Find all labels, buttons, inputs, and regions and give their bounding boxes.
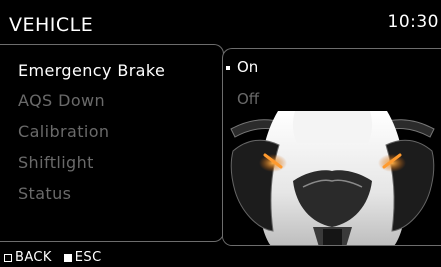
vehicle-settings-screen: VEHICLE 10:30 Emergency Brake AQS Down C… (0, 0, 441, 267)
outline-square-icon (4, 253, 12, 262)
page-title: VEHICLE (9, 14, 94, 36)
option-on[interactable]: On (237, 58, 258, 76)
menu-item-aqs-down[interactable]: AQS Down (18, 91, 105, 110)
motorcycle-front-illustration (223, 111, 441, 245)
esc-label[interactable]: ESC (75, 250, 102, 265)
option-off[interactable]: Off (237, 90, 259, 108)
menu-item-status[interactable]: Status (18, 184, 71, 203)
clock: 10:30 (387, 12, 439, 32)
filled-square-icon (63, 253, 72, 262)
back-label[interactable]: BACK (15, 250, 52, 265)
menu-item-calibration[interactable]: Calibration (18, 122, 109, 141)
footer-hints: BACK ESC (4, 250, 102, 265)
options-panel: On Off (222, 48, 441, 246)
menu-item-emergency-brake[interactable]: Emergency Brake (18, 61, 165, 80)
selection-bullet-icon (226, 66, 230, 70)
settings-menu: Emergency Brake AQS Down Calibration Shi… (0, 44, 224, 242)
menu-item-shiftlight[interactable]: Shiftlight (18, 153, 94, 172)
motorcycle-image (223, 111, 441, 245)
